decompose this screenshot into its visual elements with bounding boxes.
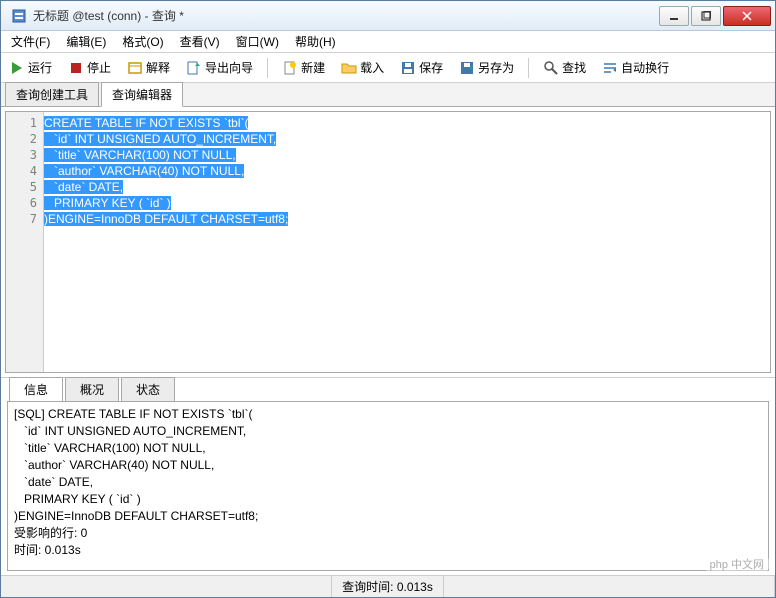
separator (267, 58, 268, 78)
saveas-button[interactable]: 另存为 (455, 57, 518, 78)
close-button[interactable] (723, 6, 771, 26)
explain-button[interactable]: 解释 (123, 57, 174, 78)
editor-tabstrip: 查询创建工具 查询编辑器 (1, 83, 775, 107)
search-icon (543, 60, 559, 76)
explain-label: 解释 (146, 59, 170, 76)
new-button[interactable]: 新建 (278, 57, 329, 78)
status-spacer (1, 576, 332, 597)
line-number: 2 (6, 131, 43, 147)
result-tabstrip: 信息 概况 状态 (1, 377, 775, 401)
code-line: `date` DATE, (44, 180, 123, 194)
new-icon (282, 60, 298, 76)
wrap-button[interactable]: 自动换行 (598, 57, 673, 78)
tab-builder[interactable]: 查询创建工具 (5, 82, 99, 106)
code-line: `author` VARCHAR(40) NOT NULL, (44, 164, 244, 178)
code-line: `id` INT UNSIGNED AUTO_INCREMENT, (44, 132, 276, 146)
code-editor[interactable]: 1 2 3 4 5 6 7 CREATE TABLE IF NOT EXISTS… (5, 111, 771, 373)
load-label: 载入 (360, 59, 384, 76)
code-line: `title` VARCHAR(100) NOT NULL, (44, 148, 236, 162)
code-line: CREATE TABLE IF NOT EXISTS `tbl`( (44, 116, 248, 130)
statusbar: 查询时间: 0.013s (1, 575, 775, 597)
maximize-button[interactable] (691, 6, 721, 26)
find-button[interactable]: 查找 (539, 57, 590, 78)
menu-view[interactable]: 查看(V) (174, 31, 226, 52)
menu-file[interactable]: 文件(F) (5, 31, 56, 52)
stop-button[interactable]: 停止 (64, 57, 115, 78)
export-label: 导出向导 (205, 59, 253, 76)
toolbar: 运行 停止 解释 导出向导 新建 载入 保存 另存为 查找 自动换行 (1, 53, 775, 83)
menu-help[interactable]: 帮助(H) (289, 31, 342, 52)
menu-window[interactable]: 窗口(W) (230, 31, 285, 52)
saveas-label: 另存为 (478, 59, 514, 76)
separator (528, 58, 529, 78)
status-querytime: 查询时间: 0.013s (332, 576, 444, 597)
line-number: 1 (6, 115, 43, 131)
app-icon (11, 8, 27, 24)
titlebar: 无标题 @test (conn) - 查询 * (1, 1, 775, 31)
watermark: php 中文网 (704, 554, 770, 574)
save-button[interactable]: 保存 (396, 57, 447, 78)
stop-label: 停止 (87, 59, 111, 76)
line-number: 3 (6, 147, 43, 163)
play-icon (9, 60, 25, 76)
stop-icon (68, 60, 84, 76)
new-label: 新建 (301, 59, 325, 76)
window-title: 无标题 @test (conn) - 查询 * (33, 7, 657, 24)
menu-format[interactable]: 格式(O) (116, 31, 169, 52)
minimize-button[interactable] (659, 6, 689, 26)
tab-info[interactable]: 信息 (9, 377, 63, 401)
tab-status[interactable]: 状态 (121, 377, 175, 401)
find-label: 查找 (562, 59, 586, 76)
folder-icon (341, 60, 357, 76)
line-number: 6 (6, 195, 43, 211)
wrap-label: 自动换行 (621, 59, 669, 76)
code-content[interactable]: CREATE TABLE IF NOT EXISTS `tbl`( `id` I… (44, 112, 770, 372)
code-line: PRIMARY KEY ( `id` ) (44, 196, 171, 210)
tab-editor[interactable]: 查询编辑器 (101, 82, 183, 107)
explain-icon (127, 60, 143, 76)
result-output[interactable]: [SQL] CREATE TABLE IF NOT EXISTS `tbl`( … (7, 401, 769, 571)
menu-edit[interactable]: 编辑(E) (60, 31, 112, 52)
run-label: 运行 (28, 59, 52, 76)
export-icon (186, 60, 202, 76)
run-button[interactable]: 运行 (5, 57, 56, 78)
save-icon (400, 60, 416, 76)
code-line: )ENGINE=InnoDB DEFAULT CHARSET=utf8; (44, 212, 288, 226)
line-number: 4 (6, 163, 43, 179)
load-button[interactable]: 载入 (337, 57, 388, 78)
menubar: 文件(F) 编辑(E) 格式(O) 查看(V) 窗口(W) 帮助(H) (1, 31, 775, 53)
export-button[interactable]: 导出向导 (182, 57, 257, 78)
line-gutter: 1 2 3 4 5 6 7 (6, 112, 44, 372)
line-number: 5 (6, 179, 43, 195)
save-label: 保存 (419, 59, 443, 76)
wrap-icon (602, 60, 618, 76)
status-spacer-r (444, 576, 775, 597)
line-number: 7 (6, 211, 43, 227)
window-controls (657, 6, 771, 26)
saveas-icon (459, 60, 475, 76)
tab-profile[interactable]: 概况 (65, 377, 119, 401)
